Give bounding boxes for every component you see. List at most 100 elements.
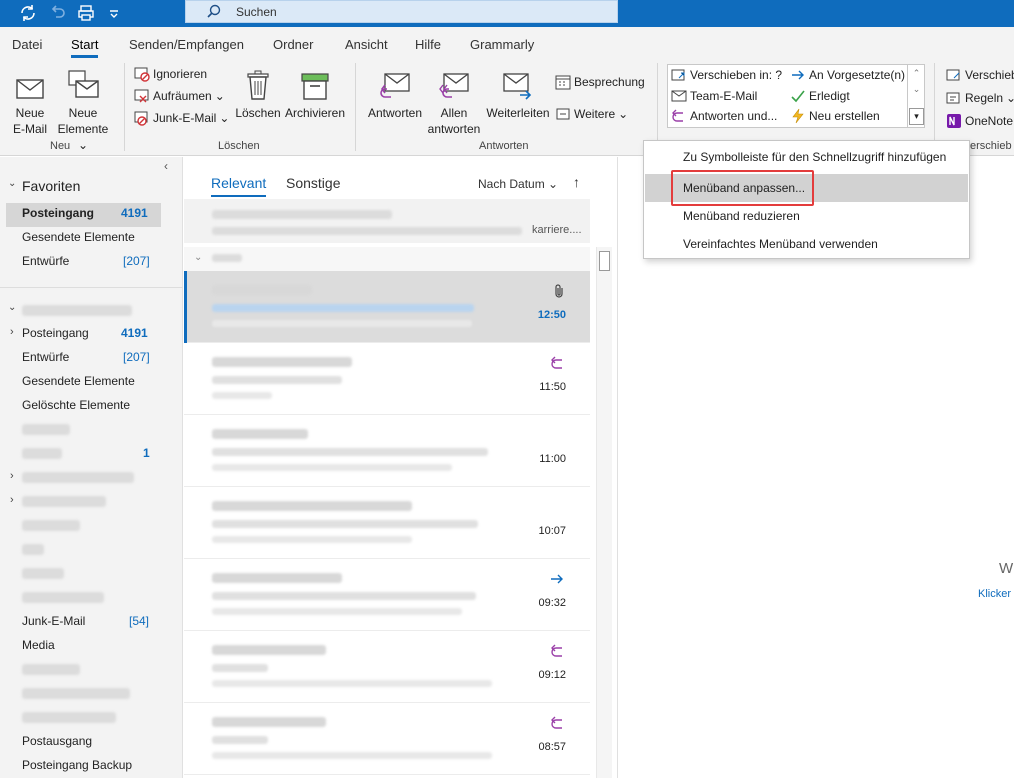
acc-sent[interactable]: Gesendete Elemente	[22, 374, 135, 388]
scroll-down-icon[interactable]: ⌄	[908, 82, 925, 96]
quick-steps-scrollbar[interactable]: ⌃ ⌄ ▾	[907, 64, 925, 128]
message-list-scrollbar[interactable]	[596, 247, 612, 778]
chevron-right-icon[interactable]: ›	[10, 470, 14, 482]
chevron-down-icon: ⌄	[219, 111, 230, 125]
sort-dropdown[interactable]: Nach Datum ⌄	[478, 177, 558, 191]
junk-folder[interactable]: Junk-E-Mail	[22, 614, 85, 628]
folder-blurred[interactable]	[22, 520, 80, 531]
qs-move-to[interactable]: Verschieben in: ?	[671, 65, 782, 85]
chevron-down-icon[interactable]: ⌄	[8, 302, 16, 313]
fav-sent[interactable]: Gesendete Elemente	[22, 230, 135, 244]
onenote-button[interactable]: OneNote	[946, 111, 1013, 131]
table-row[interactable]: 09:12	[184, 631, 590, 703]
junk-button[interactable]: Junk-E-Mail ⌄	[134, 108, 229, 128]
qs-team-mail-label: Team-E-Mail	[690, 89, 758, 103]
sort-direction-icon[interactable]: ↑	[573, 174, 580, 190]
qs-create-new[interactable]: Neu erstellen	[790, 106, 880, 126]
tab-hilfe[interactable]: Hilfe	[415, 37, 441, 52]
acc-drafts[interactable]: Entwürfe	[22, 350, 69, 364]
scroll-up-icon[interactable]: ⌃	[908, 64, 925, 82]
qs-reply-delete[interactable]: Antworten und...	[671, 106, 777, 126]
message-time: 11:50	[539, 381, 566, 393]
rules-button[interactable]: Regeln ⌄	[946, 88, 1014, 108]
qs-done[interactable]: Erledigt	[790, 86, 850, 106]
table-row[interactable]: 11:50	[184, 343, 590, 415]
lightning-icon	[790, 108, 806, 124]
media-folder[interactable]: Media	[22, 638, 55, 652]
folder-blurred[interactable]	[22, 712, 116, 723]
gallery-expand-icon[interactable]: ▾	[909, 108, 924, 125]
table-row[interactable]: 08:57	[184, 703, 590, 775]
move-button[interactable]: Verschieb	[946, 65, 1014, 85]
group-label-antworten: Antworten	[479, 140, 529, 152]
archive-button[interactable]: Archivieren	[284, 67, 346, 121]
inbox-backup-folder[interactable]: Posteingang Backup	[22, 758, 132, 772]
delete-button[interactable]: Löschen	[234, 67, 282, 121]
tab-datei[interactable]: Datei	[12, 37, 42, 52]
folder-blurred[interactable]	[22, 688, 130, 699]
chevron-right-icon[interactable]: ›	[10, 326, 14, 338]
date-group-header[interactable]: ⌄	[184, 247, 590, 271]
fav-inbox[interactable]: Posteingang	[22, 206, 94, 220]
chevron-down-icon[interactable]: ⌄	[8, 178, 16, 189]
folder-blurred[interactable]	[22, 448, 62, 459]
qs-to-manager[interactable]: An Vorgesetzte(n)	[790, 65, 905, 85]
menu-item-add-to-qat[interactable]: Zu Symbolleiste für den Schnellzugriff h…	[645, 143, 968, 171]
menu-item-simplified-ribbon[interactable]: Vereinfachtes Menüband verwenden	[645, 230, 968, 258]
list-item[interactable]: karriere....	[184, 199, 590, 243]
folder-blurred[interactable]	[22, 424, 70, 435]
more-label: Weitere	[574, 107, 616, 121]
sort-label: Nach Datum	[478, 177, 545, 191]
reply-icon	[364, 67, 426, 101]
folder-blurred[interactable]	[22, 664, 80, 675]
reading-pane-link[interactable]: Klicker	[978, 588, 1011, 600]
title-bar: Suchen	[0, 0, 1014, 27]
cleanup-button[interactable]: Aufräumen ⌄	[134, 86, 225, 106]
tab-relevant[interactable]: Relevant	[211, 175, 267, 197]
customize-qat-icon[interactable]	[106, 3, 128, 23]
chevron-right-icon[interactable]: ›	[10, 494, 14, 506]
new-email-button[interactable]: Neue E-Mail	[10, 67, 50, 137]
print-icon[interactable]	[76, 3, 98, 23]
junk-label: Junk-E-Mail	[153, 111, 217, 125]
tab-sonstige[interactable]: Sonstige	[286, 175, 340, 191]
outbox-folder[interactable]: Postausgang	[22, 734, 92, 748]
sync-icon[interactable]	[18, 3, 40, 23]
message-time: 09:12	[538, 669, 566, 681]
menu-tabs: Datei Start Senden/Empfangen Ordner Ansi…	[0, 27, 1014, 59]
tab-ordner[interactable]: Ordner	[273, 37, 313, 52]
folder-blurred[interactable]	[22, 472, 134, 483]
account-name-blurred[interactable]	[22, 305, 132, 316]
calendar-icon	[555, 74, 571, 90]
folder-blurred[interactable]	[22, 592, 104, 603]
menu-item-collapse-ribbon[interactable]: Menüband reduzieren	[645, 202, 968, 230]
undo-icon[interactable]	[48, 3, 70, 23]
ignore-button[interactable]: Ignorieren	[134, 64, 207, 84]
tab-start[interactable]: Start	[71, 37, 99, 58]
search-box[interactable]: Suchen	[185, 0, 618, 23]
folder-blurred[interactable]	[22, 544, 44, 555]
more-button[interactable]: Weitere ⌄	[555, 104, 628, 124]
forward-button[interactable]: Weiterleiten	[484, 67, 552, 121]
collapse-pane-icon[interactable]: ‹	[164, 159, 168, 173]
new-items-label-1: Neue	[68, 106, 98, 120]
fav-drafts[interactable]: Entwürfe	[22, 254, 69, 268]
tab-ansicht[interactable]: Ansicht	[345, 37, 388, 52]
table-row[interactable]: 12:50	[184, 271, 590, 343]
tab-grammarly[interactable]: Grammarly	[470, 37, 534, 52]
qs-team-mail[interactable]: Team-E-Mail	[671, 86, 757, 106]
acc-deleted[interactable]: Gelöschte Elemente	[22, 398, 130, 412]
table-row[interactable]: 09:32	[184, 559, 590, 631]
table-row[interactable]: 11:00	[184, 415, 590, 487]
meeting-button[interactable]: Besprechung	[555, 72, 645, 92]
folder-blurred[interactable]	[22, 496, 106, 507]
table-row[interactable]: 10:07	[184, 487, 590, 559]
message-time: 09:32	[538, 597, 566, 609]
tab-senden-empfangen[interactable]: Senden/Empfangen	[129, 37, 244, 52]
folder-blurred[interactable]	[22, 568, 64, 579]
reply-button[interactable]: Antworten	[364, 67, 426, 121]
scrollbar-thumb[interactable]	[599, 251, 610, 271]
acc-inbox[interactable]: Posteingang	[22, 326, 89, 340]
favorites-header[interactable]: Favoriten	[22, 178, 80, 194]
reply-all-button[interactable]: Allen antworten	[426, 67, 482, 137]
